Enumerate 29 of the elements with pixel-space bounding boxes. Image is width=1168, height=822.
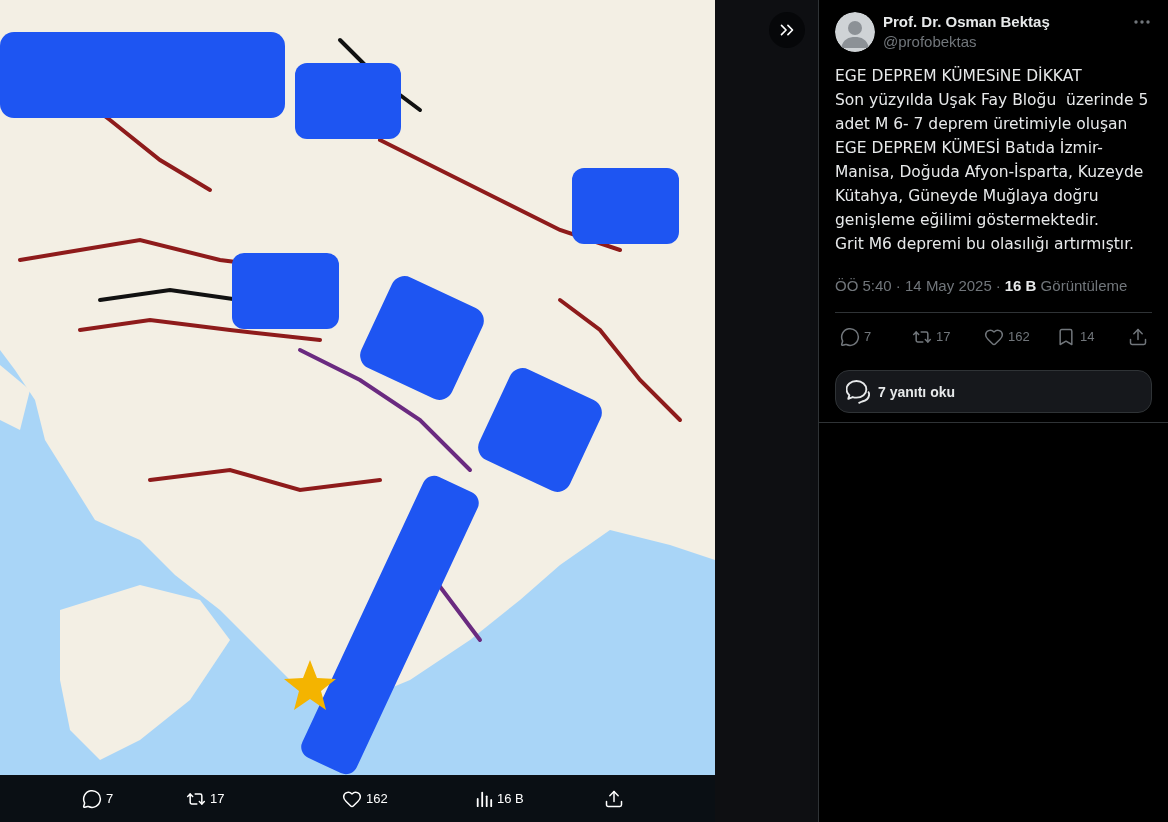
post-text: EGE DEPREM KÜMESiNE DİKKAT Son yüzyılda Uşak Fay Bloğu üzerinde 5 adet M 6- 7 deprem üretimiyle oluşan EGE DEPREM KÜMESİ Batıda İzmir-Manisa, Doğuda Afyon-İsparta, Kuzeyde Kütahya, Güneyde Muğlaya doğru genişleme eğilimi göstermektedir. Grit M6 depremi bu olasılığı artırmıştır. — [835, 65, 1150, 255]
bar-chart-icon — [475, 789, 493, 808]
views-button[interactable]: 16 B — [475, 788, 524, 809]
share-icon — [1128, 327, 1148, 347]
heart-icon — [984, 327, 1004, 347]
repost-button[interactable]: 17 — [186, 788, 225, 809]
more-icon — [1134, 20, 1150, 24]
post-time-link[interactable]: ÖÖ 5:40 · 14 May 2025 — [835, 276, 992, 296]
more-button[interactable] — [1134, 20, 1150, 24]
heart-icon — [342, 788, 362, 809]
share-button[interactable] — [604, 788, 624, 809]
collapse-button[interactable] — [769, 12, 805, 48]
meta-separator: · — [995, 276, 1001, 296]
author-name[interactable]: Prof. Dr. Osman Bektaş — [883, 12, 1050, 32]
like-button[interactable]: 162 — [984, 327, 1030, 347]
avatar[interactable] — [835, 12, 875, 52]
speech-bubble-icon — [82, 788, 102, 809]
view-count: 16 B Görüntüleme — [1004, 276, 1128, 296]
like-button[interactable]: 162 — [342, 788, 388, 809]
bookmark-icon — [1056, 327, 1076, 347]
speech-bubble-icon — [840, 327, 860, 347]
speech-bubbles-icon — [846, 379, 870, 404]
reply-button[interactable]: 7 — [82, 788, 114, 809]
share-icon — [604, 788, 624, 809]
bookmark-button[interactable]: 14 — [1056, 327, 1095, 347]
repost-button[interactable]: 17 — [912, 327, 951, 347]
read-replies-button[interactable]: 7 yanıtı oku — [835, 370, 1152, 413]
reply-button[interactable]: 7 — [840, 327, 872, 347]
author-handle[interactable]: @profobektas — [883, 32, 1050, 52]
